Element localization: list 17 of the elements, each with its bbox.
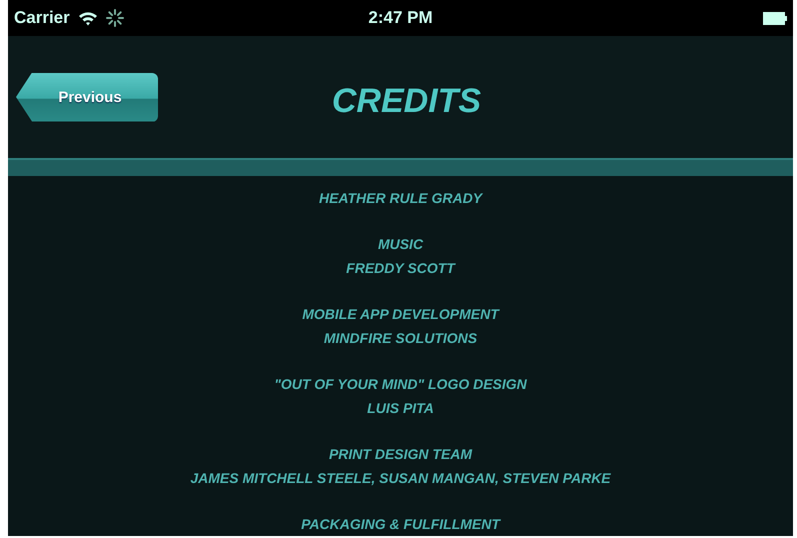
clock-time: 2:47 PM [368,8,433,27]
credit-line: PACKAGING & FULFILLMENT [301,515,500,534]
battery-icon [763,12,787,24]
spinner-icon [106,9,124,27]
previous-button[interactable]: Previous [16,72,158,122]
credit-line: FREDDY SCOTT [346,259,455,278]
wifi-icon [78,10,98,26]
credit-line: LUIS PITA [367,399,434,418]
credit-line: PRINT DESIGN TEAM [328,445,472,464]
credit-line: MUSIC [378,235,424,254]
carrier-name: Carrier [14,8,70,28]
credit-line: "OUT OF YOUR MIND" LOGO DESIGN [274,375,527,394]
credit-line: JAMES MITCHELL STEELE, SUSAN MANGAN, STEVEN PARKE [190,469,611,488]
credit-line: MINDFIRE SOLUTIONS [324,329,478,348]
credit-line: MOBILE APP DEVELOPMENT [302,305,499,324]
credit-line: HEATHER RULE GRADY [318,189,482,208]
page-title: CREDITS [332,82,482,120]
